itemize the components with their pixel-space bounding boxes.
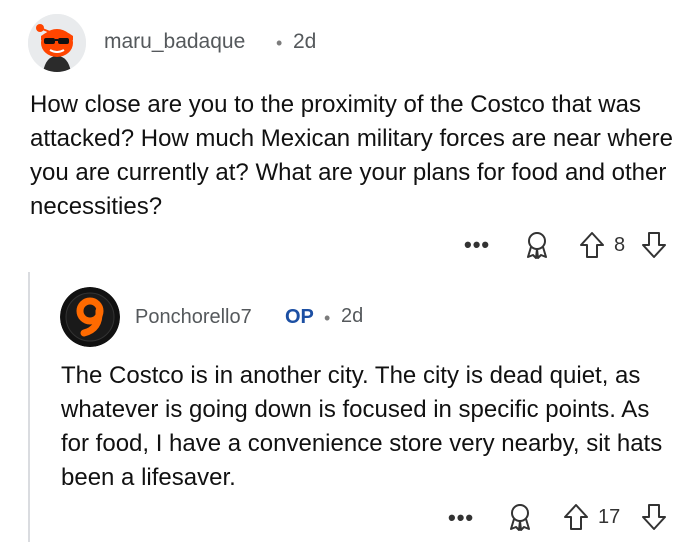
thread-line[interactable]	[28, 272, 30, 542]
comment-time: 2d	[341, 305, 364, 327]
snoo-avatar-icon	[28, 14, 86, 72]
award-icon	[510, 504, 530, 531]
upvote-icon	[564, 504, 588, 530]
comment-author[interactable]: Ponchorello7	[135, 306, 252, 329]
vote-count: 8	[614, 234, 626, 256]
number-nine-avatar-icon	[60, 287, 120, 347]
upvote-icon	[580, 232, 604, 258]
downvote-icon	[642, 232, 666, 258]
award-button[interactable]	[522, 230, 552, 260]
separator-dot: •	[324, 308, 331, 328]
user-avatar[interactable]	[28, 14, 86, 72]
vote-count: 17	[598, 506, 621, 528]
award-button[interactable]	[505, 502, 535, 532]
comment-body: How close are you to the proximity of th…	[30, 91, 673, 220]
more-options-icon[interactable]: •••	[464, 232, 490, 258]
downvote-button[interactable]	[640, 502, 668, 532]
downvote-button[interactable]	[640, 230, 668, 260]
more-options-icon[interactable]: •••	[448, 505, 474, 531]
comment-time: 2d	[293, 30, 317, 53]
user-avatar[interactable]	[60, 287, 120, 347]
comment-author[interactable]: maru_badaque	[104, 30, 245, 54]
upvote-button[interactable]	[578, 230, 606, 260]
upvote-button[interactable]	[562, 502, 590, 532]
award-icon	[527, 232, 547, 259]
separator-dot: •	[276, 33, 283, 53]
comment-body: The Costco is in another city. The city …	[61, 362, 663, 491]
op-badge: OP	[285, 306, 314, 328]
downvote-icon	[642, 504, 666, 530]
